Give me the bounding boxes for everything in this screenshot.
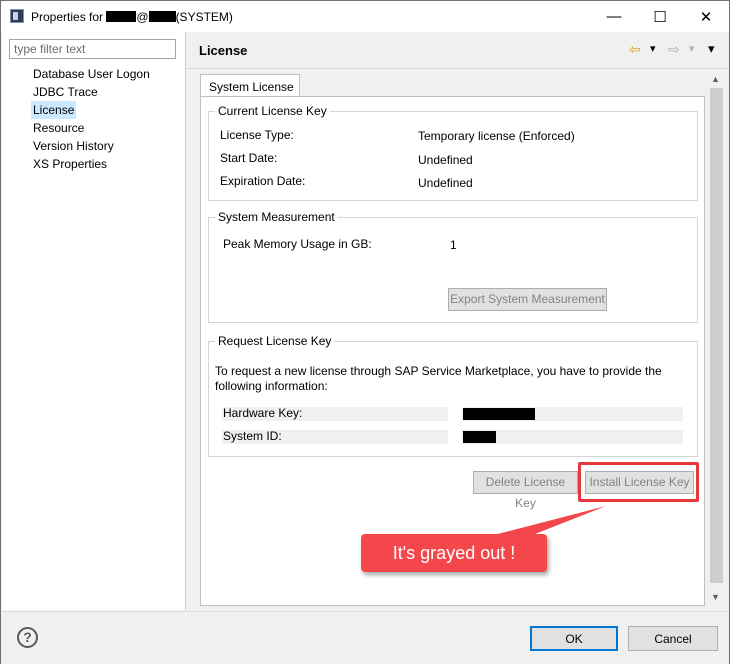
- hardware-key-redacted: [463, 408, 535, 420]
- start-date-label: Start Date:: [220, 151, 278, 165]
- window-title-prefix: Properties for: [31, 10, 104, 24]
- annotation-text: It's grayed out !: [392, 542, 516, 563]
- cancel-button[interactable]: Cancel: [628, 626, 718, 651]
- tree-item-jdbc-trace[interactable]: JDBC Trace: [31, 83, 152, 101]
- back-arrow-icon[interactable]: ⇦: [629, 41, 641, 57]
- delete-license-key-button[interactable]: Delete License Key: [473, 471, 578, 510]
- maximize-button[interactable]: ☐: [637, 1, 683, 32]
- export-measurement-button[interactable]: Export System Measurement: [448, 288, 607, 311]
- install-button-highlight: [578, 462, 699, 502]
- tree-item-database-user-logon[interactable]: Database User Logon: [31, 65, 152, 83]
- page-title: License: [199, 43, 248, 58]
- filter-input[interactable]: [9, 39, 176, 59]
- tab-system-license[interactable]: System License: [200, 74, 300, 97]
- scroll-up-icon[interactable]: ▲: [711, 74, 720, 84]
- view-menu-icon[interactable]: ▾: [708, 41, 715, 57]
- page-content: System License Current License Key Licen…: [187, 69, 729, 610]
- property-tree-pane: Database User Logon JDBC Trace License R…: [2, 32, 186, 610]
- request-license-group: Request License Key To request a new lic…: [208, 334, 698, 457]
- redacted-host: [106, 11, 137, 22]
- group-title: Current License Key: [215, 104, 330, 118]
- tree-item-label: Database User Logon: [33, 67, 150, 81]
- system-license-panel: Current License Key License Type: Tempor…: [200, 96, 705, 606]
- forward-arrow-icon[interactable]: ⇨: [668, 41, 680, 57]
- tree-item-label: License: [33, 103, 75, 117]
- tree-item-label: Resource: [33, 121, 85, 135]
- hardware-key-label: Hardware Key:: [223, 406, 303, 420]
- system-id-label: System ID:: [223, 429, 282, 443]
- window-title-at: @: [136, 10, 149, 24]
- page-header: License ⇦ ▾ ⇨ ▾ ▾: [187, 32, 729, 69]
- tree-item-resource[interactable]: Resource: [31, 119, 152, 137]
- peak-memory-value: 1: [450, 238, 457, 252]
- scroll-thumb[interactable]: [710, 88, 723, 583]
- close-button[interactable]: ✕: [683, 1, 729, 32]
- close-icon: ✕: [699, 8, 713, 26]
- current-license-group: Current License Key License Type: Tempor…: [208, 104, 698, 201]
- minimize-icon: —: [606, 8, 622, 25]
- tree-item-label: JDBC Trace: [33, 85, 98, 99]
- window-title: Properties for @ (SYSTEM): [31, 10, 233, 24]
- license-type-value: Temporary license (Enforced): [418, 129, 575, 143]
- help-icon[interactable]: ?: [17, 627, 38, 648]
- ok-button[interactable]: OK: [530, 626, 618, 651]
- tree-item-label: Version History: [33, 139, 114, 153]
- forward-dropdown-icon[interactable]: ▾: [689, 41, 695, 57]
- tree-item-version-history[interactable]: Version History: [31, 137, 152, 155]
- expiration-date-value: Undefined: [418, 176, 473, 190]
- dialog-footer: ? OK Cancel: [1, 611, 729, 664]
- redacted-instance: [148, 11, 176, 22]
- system-measurement-group: System Measurement Peak Memory Usage in …: [208, 210, 698, 323]
- window-title-suffix: (SYSTEM): [175, 10, 233, 24]
- tab-label: System License: [209, 80, 294, 94]
- property-tree: Database User Logon JDBC Trace License R…: [31, 65, 152, 173]
- group-title: Request License Key: [215, 334, 335, 348]
- tree-item-label: XS Properties: [33, 157, 108, 171]
- expiration-date-label: Expiration Date:: [220, 174, 306, 188]
- title-bar: Properties for @ (SYSTEM) — ☐ ✕: [1, 1, 729, 32]
- app-icon: [10, 9, 24, 23]
- scroll-down-icon[interactable]: ▼: [711, 592, 720, 602]
- annotation-callout: It's grayed out !: [361, 534, 547, 572]
- peak-memory-label: Peak Memory Usage in GB:: [223, 237, 372, 251]
- license-type-label: License Type:: [220, 128, 294, 142]
- back-dropdown-icon[interactable]: ▾: [650, 41, 656, 57]
- maximize-icon: ☐: [653, 8, 667, 26]
- group-title: System Measurement: [215, 210, 338, 224]
- system-id-redacted: [463, 431, 496, 443]
- minimize-button[interactable]: —: [591, 1, 637, 32]
- tree-item-xs-properties[interactable]: XS Properties: [31, 155, 152, 173]
- start-date-value: Undefined: [418, 153, 473, 167]
- vertical-scrollbar[interactable]: ▲ ▼: [708, 71, 725, 606]
- tree-item-license[interactable]: License: [31, 101, 77, 119]
- request-description: To request a new license through SAP Ser…: [215, 364, 662, 393]
